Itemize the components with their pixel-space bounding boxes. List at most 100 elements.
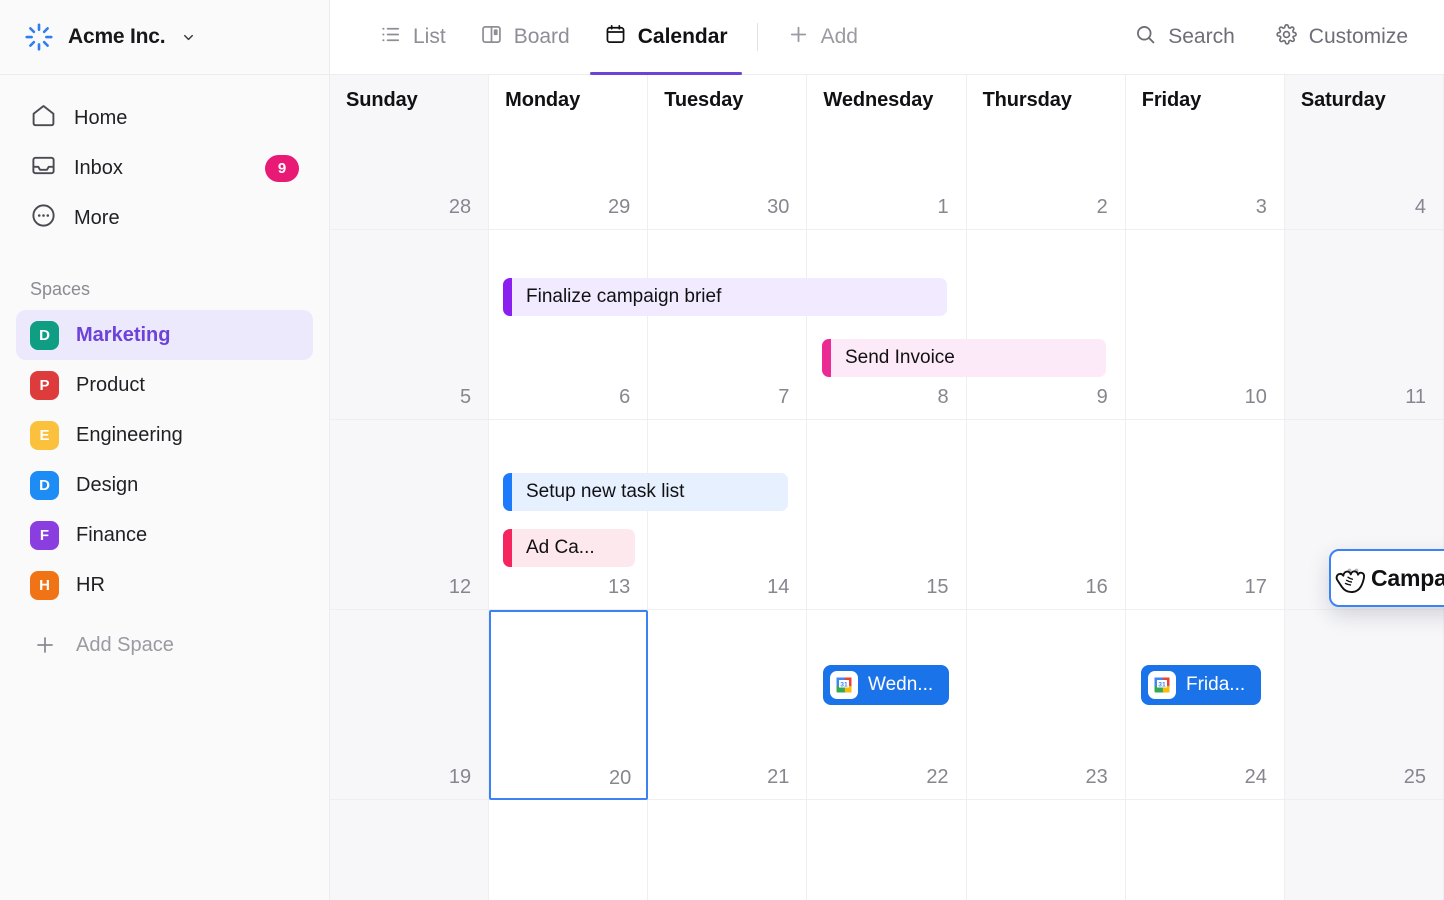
customize-button[interactable]: Customize [1261, 14, 1422, 61]
day-cell[interactable]: Thursday 2 [966, 75, 1126, 230]
workspace-name: Acme Inc. [68, 25, 166, 48]
day-cell[interactable] [648, 800, 808, 900]
day-number: 24 [1244, 766, 1267, 788]
day-cell[interactable]: Wednesday 1 [807, 75, 967, 230]
day-cell[interactable]: 21 [648, 610, 808, 800]
day-cell[interactable]: 13 [489, 420, 649, 610]
space-label: HR [76, 573, 105, 596]
sidebar-item-more-label: More [74, 206, 120, 229]
customize-label: Customize [1308, 25, 1408, 48]
day-cell[interactable]: 14 [648, 420, 808, 610]
day-cell[interactable]: 15 [807, 420, 967, 610]
sidebar-item-finance[interactable]: F Finance [16, 510, 313, 560]
day-cell-selected[interactable]: 20 [489, 610, 649, 800]
sidebar-item-marketing[interactable]: D Marketing [16, 310, 313, 360]
day-cell[interactable]: 7 [648, 230, 808, 420]
event-chip[interactable]: Setup new task list [503, 473, 788, 511]
dayname-monday: Monday [505, 89, 581, 111]
day-cell[interactable]: Saturday 4 [1284, 75, 1444, 230]
day-cell[interactable]: 22 [807, 610, 967, 800]
sidebar-item-more[interactable]: More [16, 193, 313, 243]
sidebar-item-hr[interactable]: H HR [16, 560, 313, 610]
day-cell[interactable]: 11 [1284, 230, 1444, 420]
spaces-list: D Marketing P Product E Engineering D De… [0, 310, 329, 610]
day-cell[interactable] [1284, 800, 1444, 900]
day-cell[interactable]: 8 [807, 230, 967, 420]
day-number: 10 [1244, 386, 1267, 408]
day-number: 16 [1085, 576, 1108, 598]
space-avatar: E [30, 420, 59, 450]
day-cell[interactable]: 23 [966, 610, 1126, 800]
add-view-button[interactable]: Add [770, 0, 875, 75]
day-cell[interactable] [966, 800, 1126, 900]
space-avatar: D [30, 470, 59, 500]
space-label: Marketing [76, 323, 171, 346]
list-icon [379, 23, 402, 52]
event-color-bar [503, 473, 512, 511]
day-number: 14 [767, 576, 790, 598]
toolbar-actions: Search Customize [1120, 14, 1422, 61]
calendar-month-view: Sunday 28 Monday 29 Tuesday 30 Wednesday… [330, 75, 1444, 900]
search-button[interactable]: Search [1120, 14, 1249, 61]
day-cell[interactable] [1125, 800, 1285, 900]
dayname-wednesday: Wednesday [823, 89, 934, 111]
day-cell[interactable]: 9 [966, 230, 1126, 420]
add-space-button[interactable]: Add Space [16, 620, 313, 670]
google-calendar-event-chip[interactable]: 31 Wedn... [823, 665, 950, 705]
chevron-down-icon[interactable] [181, 30, 196, 45]
drag-grip-icon[interactable] [1331, 564, 1371, 592]
tab-list[interactable]: List [362, 0, 463, 75]
tab-list-label: List [413, 25, 446, 48]
day-cell[interactable]: 6 [489, 230, 649, 420]
day-cell[interactable]: 12 [330, 420, 490, 610]
tab-calendar[interactable]: Calendar [587, 0, 745, 75]
gear-icon [1275, 23, 1298, 52]
day-cell[interactable]: Friday 3 [1125, 75, 1285, 230]
day-cell[interactable]: 16 [966, 420, 1126, 610]
event-chip[interactable]: Ad Ca... [503, 529, 635, 567]
sidebar-item-inbox[interactable]: Inbox 9 [16, 143, 313, 193]
space-label: Engineering [76, 423, 183, 446]
plus-icon [30, 631, 59, 660]
search-label: Search [1168, 25, 1235, 48]
toolbar-divider [756, 23, 758, 51]
dayname-friday: Friday [1141, 89, 1202, 111]
day-number: 17 [1244, 576, 1267, 598]
day-cell[interactable] [330, 800, 490, 900]
day-cell[interactable]: 24 [1125, 610, 1285, 800]
day-cell[interactable]: 17 [1125, 420, 1285, 610]
day-cell[interactable]: 25 [1284, 610, 1444, 800]
tab-board-label: Board [513, 25, 570, 48]
space-avatar: P [30, 370, 59, 400]
day-cell[interactable] [489, 800, 649, 900]
day-number: 25 [1403, 766, 1426, 788]
event-chip[interactable]: Send Invoice [822, 339, 1106, 377]
day-cell[interactable]: 19 [330, 610, 490, 800]
day-cell[interactable]: Monday 29 [489, 75, 649, 230]
event-color-bar [503, 529, 512, 567]
sidebar-item-design[interactable]: D Design [16, 460, 313, 510]
day-cell[interactable]: Tuesday 30 [648, 75, 808, 230]
event-chip[interactable]: Finalize campaign brief [503, 278, 947, 316]
sidebar-item-product[interactable]: P Product [16, 360, 313, 410]
day-number: 11 [1405, 386, 1426, 408]
day-number: 3 [1255, 196, 1267, 218]
day-cell[interactable]: 10 [1125, 230, 1285, 420]
board-icon [480, 23, 503, 52]
day-number: 9 [1096, 386, 1108, 408]
day-cell[interactable] [807, 800, 967, 900]
sidebar-item-home[interactable]: Home [16, 93, 313, 143]
day-cell[interactable]: 5 [330, 230, 490, 420]
event-title: Ad Ca... [526, 537, 595, 558]
google-calendar-event-chip[interactable]: 31 Frida... [1141, 665, 1262, 705]
day-cell[interactable]: Sunday 28 [330, 75, 490, 230]
day-number: 20 [609, 767, 632, 789]
dragged-event-card[interactable]: Campaign Launch [1329, 549, 1444, 607]
day-number: 8 [937, 386, 949, 408]
calendar-grid: Sunday 28 Monday 29 Tuesday 30 Wednesday… [330, 75, 1444, 900]
tab-board[interactable]: Board [463, 0, 587, 75]
toolbar: List Board Calendar Add Search Customize [330, 0, 1444, 75]
sidebar-item-engineering[interactable]: E Engineering [16, 410, 313, 460]
dayname-tuesday: Tuesday [664, 89, 744, 111]
workspace-switcher[interactable]: Acme Inc. [0, 0, 329, 75]
